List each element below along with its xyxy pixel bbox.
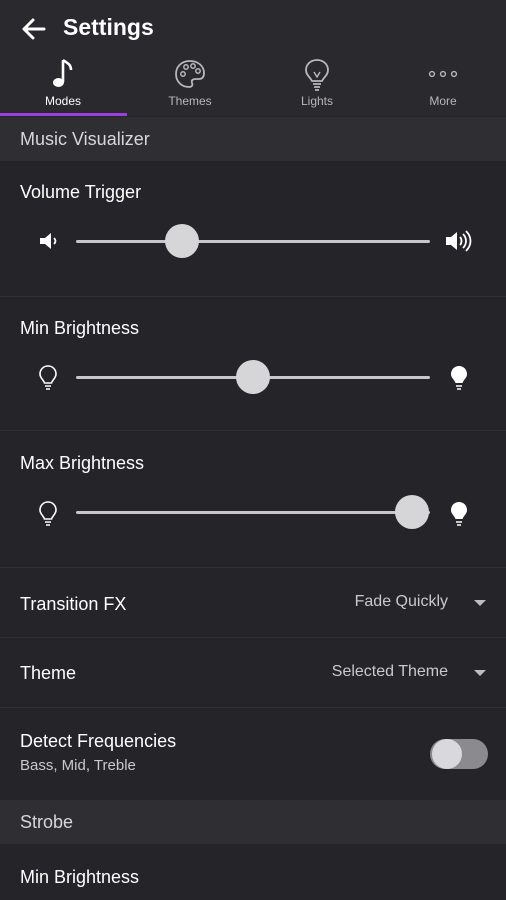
music-note-icon	[53, 58, 73, 87]
divider	[0, 430, 506, 431]
tab-themes[interactable]: Themes	[127, 56, 253, 114]
tab-modes-label: Modes	[44, 94, 82, 108]
strobe-min-brightness-label: Min Brightness	[20, 867, 140, 887]
max-brightness-label: Max Brightness	[20, 453, 145, 473]
volume-trigger-label: Volume Trigger	[20, 182, 142, 202]
tab-modes[interactable]: Modes	[0, 56, 126, 114]
volume-high-icon	[446, 230, 472, 252]
tab-lights-label: Lights	[300, 94, 334, 108]
detect-frequencies-subtitle: Bass, Mid, Treble	[20, 757, 136, 774]
divider	[0, 296, 506, 297]
theme-dropdown[interactable]: Selected Theme	[332, 663, 448, 681]
section-title: Music Visualizer	[20, 129, 150, 149]
section-header-strobe: Strobe	[0, 800, 506, 844]
active-tab-indicator	[0, 113, 127, 116]
bulb-filled-icon	[451, 366, 467, 390]
toggle-knob[interactable]	[432, 739, 462, 769]
volume-trigger-slider[interactable]	[76, 240, 430, 243]
palette-icon	[175, 60, 205, 88]
tab-lights[interactable]: Lights	[254, 56, 380, 114]
divider	[0, 637, 506, 638]
section-title: Strobe	[20, 812, 74, 832]
volume-low-icon	[40, 233, 57, 249]
min-brightness-thumb[interactable]	[236, 360, 270, 394]
bulb-outline-icon	[39, 365, 57, 390]
section-header-music-visualizer: Music Visualizer	[0, 117, 506, 161]
max-brightness-thumb[interactable]	[395, 495, 430, 529]
tab-more-label: More	[429, 94, 457, 108]
app-header: Settings Modes Themes Lights More	[0, 0, 506, 116]
theme-label: Theme	[20, 663, 77, 683]
lightbulb-icon	[305, 59, 329, 91]
chevron-down-icon[interactable]	[474, 670, 486, 676]
arrow-left-icon	[22, 18, 46, 40]
bulb-outline-icon	[39, 501, 57, 526]
page-title: Settings	[63, 14, 154, 40]
volume-trigger-thumb[interactable]	[165, 224, 200, 258]
tab-more[interactable]: More	[380, 56, 506, 114]
bulb-filled-icon	[451, 502, 467, 526]
divider	[0, 707, 506, 708]
transition-fx-label: Transition FX	[20, 594, 127, 614]
more-dots-icon	[428, 70, 458, 78]
max-brightness-slider[interactable]	[76, 511, 430, 514]
min-brightness-label: Min Brightness	[20, 318, 140, 338]
tab-themes-label: Themes	[168, 94, 212, 108]
divider	[0, 567, 506, 568]
back-button[interactable]	[20, 16, 46, 42]
detect-frequencies-label: Detect Frequencies	[20, 731, 177, 751]
transition-fx-dropdown[interactable]: Fade Quickly	[355, 593, 448, 611]
chevron-down-icon[interactable]	[474, 600, 486, 606]
